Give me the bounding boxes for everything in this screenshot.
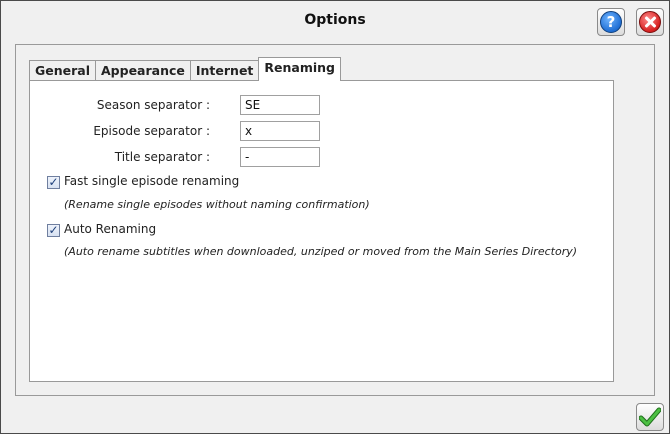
- help-button[interactable]: ?: [597, 8, 625, 36]
- episode-separator-input[interactable]: [240, 121, 320, 141]
- tab-appearance[interactable]: Appearance: [95, 60, 191, 81]
- checkmark-icon: [639, 407, 661, 427]
- tab-general[interactable]: General: [29, 60, 96, 81]
- season-separator-label: Season separator :: [96, 98, 210, 112]
- title-separator-input[interactable]: [240, 147, 320, 167]
- fast-renaming-checkbox[interactable]: ✓: [47, 176, 60, 189]
- fast-renaming-hint: (Rename single episodes without naming c…: [64, 198, 370, 211]
- fast-renaming-label: Fast single episode renaming: [64, 174, 240, 188]
- auto-renaming-hint: (Auto rename subtitles when downloaded, …: [64, 245, 578, 258]
- close-icon: [639, 11, 661, 33]
- renaming-panel: Season separator : Episode separator : T…: [29, 80, 614, 382]
- close-button[interactable]: [636, 8, 664, 36]
- help-icon: ?: [600, 11, 622, 33]
- tab-internet[interactable]: Internet: [189, 60, 260, 81]
- auto-renaming-label: Auto Renaming: [64, 222, 157, 236]
- auto-renaming-checkbox[interactable]: ✓: [47, 224, 60, 237]
- title-separator-label: Title separator :: [114, 150, 210, 164]
- ok-button[interactable]: [636, 403, 664, 431]
- dialog-title: Options: [304, 12, 366, 28]
- season-separator-input[interactable]: [240, 95, 320, 115]
- tab-renaming[interactable]: Renaming: [258, 57, 341, 81]
- tab-bar: General Appearance Internet Renaming: [29, 57, 341, 81]
- options-dialog: Options ? General Appearance Internet Re…: [0, 0, 670, 434]
- episode-separator-label: Episode separator :: [93, 124, 210, 138]
